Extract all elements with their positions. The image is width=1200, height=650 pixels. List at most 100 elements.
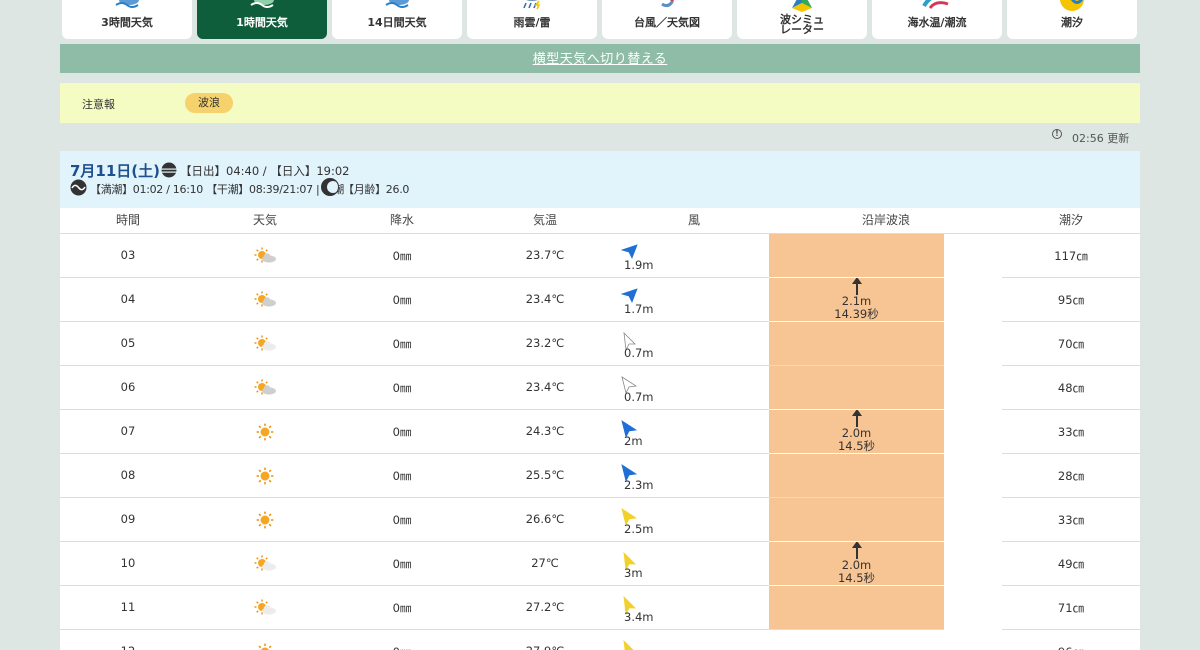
cell-precip: 0㎜ bbox=[392, 557, 412, 571]
clock-icon: ! bbox=[1052, 129, 1062, 139]
tide-wave-icon bbox=[70, 179, 87, 200]
coastal-wave-block: 2.0m 14.5秒 bbox=[769, 366, 944, 498]
row-divider bbox=[60, 409, 1140, 410]
cell-temp: 24.3℃ bbox=[525, 424, 565, 438]
wind-speed: 0.7m bbox=[624, 346, 654, 360]
switch-horizontal-link[interactable]: 横型天気へ切り替える bbox=[533, 52, 668, 67]
cell-tide: 48㎝ bbox=[1057, 381, 1085, 395]
tide-icon bbox=[1059, 0, 1085, 15]
tab-label: 海水温/潮流 bbox=[907, 16, 967, 29]
cell-precip: 0㎜ bbox=[392, 293, 412, 307]
table-header: 時間 天気 降水 気温 風 沿岸波浪 潮汐 bbox=[60, 208, 1140, 234]
cell-tide: 33㎝ bbox=[1057, 513, 1085, 527]
wave-direction-arrow-icon bbox=[851, 541, 862, 559]
tab-typhoon[interactable]: 台風／天気図 bbox=[602, 0, 732, 39]
tab-label: 雨雲/雷 bbox=[513, 16, 551, 29]
forecast-tabs: 3時間天気 1時間天気 14日間天気 雨雲/雷 台風／天気図 波シミュ レーター 海水温/潮流… bbox=[62, 0, 1140, 39]
tab-label: 14日間天気 bbox=[367, 16, 427, 29]
cell-hour: 07 bbox=[120, 424, 136, 438]
cell-hour: 09 bbox=[120, 512, 136, 526]
cell-temp: 26.6℃ bbox=[525, 512, 565, 526]
coastal-wave-block: 2.1m 14.39秒 bbox=[769, 234, 944, 366]
cell-temp: 27.9℃ bbox=[495, 644, 595, 650]
column-header-precip: 降水 bbox=[389, 213, 414, 227]
weather-1h-icon bbox=[249, 0, 275, 11]
row-divider bbox=[60, 497, 1140, 498]
wave-direction-arrow-icon bbox=[851, 277, 862, 295]
cell-temp: 23.7℃ bbox=[525, 248, 565, 262]
update-text: 02:56 更新 bbox=[1072, 132, 1130, 145]
wave-period: 14.5秒 bbox=[837, 439, 876, 453]
wind-speed: 0.7m bbox=[624, 390, 654, 404]
sun-cloud-icon bbox=[253, 378, 277, 399]
cell-tide: 71㎝ bbox=[1057, 601, 1085, 615]
sun-thin-cloud-icon bbox=[253, 334, 277, 355]
cell-precip: 0㎜ bbox=[392, 425, 412, 439]
wind-direction-arrow-icon bbox=[620, 639, 640, 650]
row-divider bbox=[60, 277, 1140, 278]
cell-tide: 96㎝ bbox=[1021, 644, 1121, 650]
row-divider bbox=[60, 365, 1140, 366]
tab-sea-temp[interactable]: 海水温/潮流 bbox=[872, 0, 1002, 39]
warning-badge[interactable]: 波浪 bbox=[185, 93, 233, 113]
cell-temp: 23.2℃ bbox=[525, 336, 565, 350]
wind-speed: 1.7m bbox=[624, 302, 654, 316]
row-divider bbox=[60, 453, 1140, 454]
cell-tide: 95㎝ bbox=[1057, 293, 1085, 307]
sun-cloud-icon bbox=[253, 290, 277, 311]
sun-icon bbox=[253, 642, 277, 650]
cell-temp: 25.5℃ bbox=[525, 468, 565, 482]
warning-label: 注意報 bbox=[82, 98, 115, 111]
wind-speed: 1.9m bbox=[624, 258, 654, 272]
wave-period: 14.39秒 bbox=[834, 307, 879, 321]
cell-hour: 08 bbox=[120, 468, 136, 482]
hourly-table: 時間 天気 降水 気温風沿岸波浪 潮汐 2.1m 14.39秒 2.0m 14.5秒 2.0m 1… bbox=[60, 208, 1140, 650]
cell-temp: 27.2℃ bbox=[525, 600, 565, 614]
sun-thin-cloud-icon bbox=[253, 598, 277, 619]
row-divider bbox=[60, 541, 1140, 542]
tab-weather-14d[interactable]: 14日間天気 bbox=[332, 0, 462, 39]
cell-hour: 12 bbox=[88, 644, 168, 650]
warning-bar: 注意報 波浪 bbox=[60, 83, 1140, 123]
tab-label: 波シミュ レーター bbox=[780, 13, 824, 36]
cell-tide: 117㎝ bbox=[1054, 249, 1088, 263]
wind-speed: 2.3m bbox=[624, 478, 654, 492]
date-title: 7月11日(土) bbox=[70, 162, 161, 180]
tab-wave-sim[interactable]: 波シミュ レーター bbox=[737, 0, 867, 39]
cell-hour: 04 bbox=[120, 292, 136, 306]
cell-temp: 23.4℃ bbox=[525, 380, 565, 394]
column-header-weather: 天気 bbox=[252, 213, 277, 227]
sun-icon bbox=[253, 422, 277, 445]
row-divider bbox=[60, 321, 1140, 322]
sun-thin-cloud-icon bbox=[253, 554, 277, 575]
column-header-time: 時間 bbox=[115, 213, 140, 227]
cell-tide: 33㎝ bbox=[1057, 425, 1085, 439]
tide-times: 【満潮】01:02 / 16:10 【干潮】08:39/21:07 | 中潮 bbox=[90, 183, 345, 196]
cell-hour: 11 bbox=[120, 600, 136, 614]
cell-precip: 0㎜ bbox=[392, 249, 412, 263]
wind-speed: 2m bbox=[624, 434, 643, 448]
wind-speed: 3.4m bbox=[624, 610, 654, 624]
cell-precip: 0㎜ bbox=[362, 644, 442, 650]
tab-weather-1h[interactable]: 1時間天気 bbox=[197, 0, 327, 39]
cell-tide: 28㎝ bbox=[1057, 469, 1085, 483]
wave-direction-arrow-icon bbox=[851, 409, 862, 427]
coastal-wave-block: 2.0m 14.5秒 bbox=[769, 498, 944, 630]
cell-temp: 27℃ bbox=[531, 556, 559, 570]
tab-label: 台風／天気図 bbox=[634, 16, 700, 29]
column-header-wind: 風 bbox=[687, 213, 700, 227]
cell-hour: 10 bbox=[120, 556, 136, 570]
tab-tide[interactable]: 潮汐 bbox=[1007, 0, 1137, 39]
tab-rain-cloud[interactable]: 雨雲/雷 bbox=[467, 0, 597, 39]
tab-label: 3時間天気 bbox=[101, 16, 153, 29]
cell-precip: 0㎜ bbox=[392, 513, 412, 527]
weather-14d-icon bbox=[384, 0, 410, 11]
weather-3h-icon bbox=[114, 0, 140, 11]
cell-hour: 06 bbox=[120, 380, 136, 394]
wave-period: 14.5秒 bbox=[837, 571, 876, 585]
tab-weather-3h[interactable]: 3時間天気 bbox=[62, 0, 192, 39]
row-divider bbox=[60, 629, 1140, 630]
tab-label: 1時間天気 bbox=[236, 16, 288, 29]
cell-temp: 23.4℃ bbox=[525, 292, 565, 306]
rain-cloud-icon bbox=[519, 0, 545, 13]
